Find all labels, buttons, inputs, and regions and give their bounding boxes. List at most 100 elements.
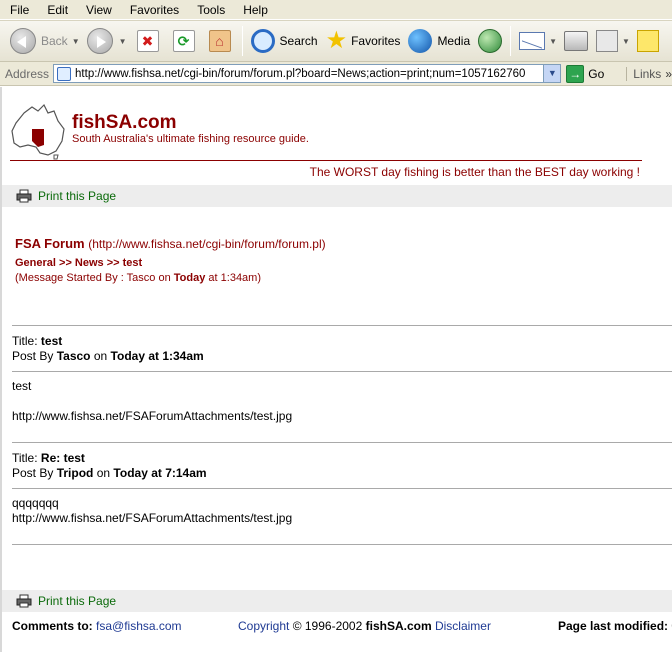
site-motto: The WORST day fishing is better than the…: [309, 165, 640, 179]
standard-toolbar: Back ▼ ▼ ✖ ⟳ ⌂ Search ★ Favorites Media …: [0, 20, 672, 62]
star-icon: ★: [325, 27, 348, 54]
back-button[interactable]: Back: [6, 24, 72, 58]
footer-comments: Comments to: fsa@fishsa.com: [12, 619, 182, 633]
started-prefix: (Message Started By : Tasco on: [15, 272, 171, 284]
search-label: Search: [279, 34, 318, 48]
post-body-text: qqqqqqq: [12, 496, 59, 510]
print-button[interactable]: [560, 24, 592, 58]
print-bar-bottom: Print this Page: [2, 590, 672, 612]
menu-favorites[interactable]: Favorites: [121, 0, 188, 20]
media-icon: [408, 29, 433, 53]
search-icon: [250, 29, 275, 53]
menu-file[interactable]: File: [0, 0, 38, 20]
edit-button[interactable]: [592, 24, 622, 58]
favorites-button[interactable]: ★ Favorites: [322, 24, 405, 58]
post-title-text: test: [40, 334, 63, 348]
page-content: fishSA.com South Australia's ultimate fi…: [0, 87, 672, 652]
print-page-link[interactable]: Print this Page: [38, 594, 116, 608]
started-day: Today: [173, 272, 206, 284]
post-attachment-url: http://www.fishsa.net/FSAForumAttachment…: [12, 511, 293, 525]
edit-dropdown-icon[interactable]: ▼: [622, 37, 630, 46]
post-title-label: Title:: [12, 334, 38, 348]
forward-arrow-icon: [86, 28, 113, 54]
forum-name: FSA Forum: [15, 236, 85, 251]
printer-icon: [564, 31, 589, 51]
modified-label: Page last modified:: [558, 619, 669, 633]
footer-modified: Page last modified: 0: [558, 619, 672, 633]
copyright-brand: fishSA.com: [365, 619, 432, 633]
thread-started-by: (Message Started By : Tasco on Today at …: [15, 272, 261, 284]
go-arrow-icon: →: [566, 64, 585, 83]
address-label: Address: [5, 66, 50, 81]
stop-button[interactable]: ✖: [130, 24, 166, 58]
post-attachment-url: http://www.fishsa.net/FSAForumAttachment…: [12, 409, 293, 423]
post-divider: [12, 488, 672, 489]
refresh-button[interactable]: ⟳: [166, 24, 202, 58]
post-title-text: Re: test: [40, 451, 85, 465]
menu-tools[interactable]: Tools: [188, 0, 234, 20]
menu-view[interactable]: View: [77, 0, 121, 20]
search-button[interactable]: Search: [247, 24, 322, 58]
post-on-label: on: [93, 349, 108, 363]
contact-email-link[interactable]: fsa@fishsa.com: [96, 619, 182, 633]
go-button[interactable]: → Go: [566, 64, 605, 83]
edit-icon: [596, 30, 619, 52]
post-divider: [12, 325, 672, 326]
print-bar-top: Print this Page: [2, 185, 672, 207]
links-label: Links: [633, 66, 662, 81]
post-divider: [12, 371, 672, 372]
refresh-icon: ⟳: [172, 30, 195, 52]
forward-button[interactable]: [83, 24, 119, 58]
menu-edit[interactable]: Edit: [38, 0, 77, 20]
forward-dropdown-icon[interactable]: ▼: [119, 37, 127, 46]
started-suffix: at 1:34am): [208, 272, 262, 284]
menu-help[interactable]: Help: [234, 0, 277, 20]
favorites-label: Favorites: [351, 34, 401, 48]
media-button[interactable]: Media: [404, 24, 474, 58]
post-byline: Post By Tasco on Today at 1:34am: [12, 349, 204, 363]
post-divider: [12, 442, 672, 443]
discuss-button[interactable]: [633, 24, 663, 58]
post-time: Today at 1:34am: [110, 349, 204, 363]
post-byline: Post By Tripod on Today at 7:14am: [12, 466, 207, 480]
post-title: Title: test: [12, 334, 62, 348]
printer-icon: [16, 189, 32, 203]
back-dropdown-icon[interactable]: ▼: [72, 37, 80, 46]
copyright-link[interactable]: Copyright: [238, 619, 289, 633]
stop-icon: ✖: [136, 30, 159, 52]
post-title-label: Title:: [12, 451, 38, 465]
home-button[interactable]: ⌂: [202, 24, 238, 58]
comments-label: Comments to:: [12, 619, 93, 633]
header-divider: [10, 160, 642, 161]
site-title: fishSA.com: [72, 112, 177, 133]
mail-icon: [519, 32, 546, 50]
mail-button[interactable]: [515, 24, 549, 58]
back-arrow-icon: [10, 28, 36, 54]
post-divider: [12, 544, 672, 545]
post-author: Tripod: [56, 466, 94, 480]
home-icon: ⌂: [208, 30, 231, 52]
address-bar: Address http://www.fishsa.net/cgi-bin/fo…: [0, 62, 672, 86]
post-body-text: test: [12, 379, 32, 393]
post-by-label: Post By: [12, 349, 54, 363]
printer-icon: [16, 594, 32, 608]
mail-dropdown-icon[interactable]: ▼: [549, 37, 557, 46]
post-title: Title: Re: test: [12, 451, 85, 465]
links-button[interactable]: Links»: [626, 66, 672, 81]
history-button[interactable]: [474, 24, 506, 58]
note-icon: [636, 30, 659, 52]
address-url[interactable]: http://www.fishsa.net/cgi-bin/forum/foru…: [75, 68, 553, 80]
history-icon: [478, 29, 503, 53]
disclaimer-link[interactable]: Disclaimer: [435, 619, 491, 633]
address-dropdown-icon[interactable]: ▼: [543, 65, 561, 82]
page-footer: Comments to: fsa@fishsa.com Copyright © …: [2, 619, 672, 639]
breadcrumb: General >> News >> test: [15, 257, 143, 269]
toolbar-separator: [241, 26, 243, 56]
post-by-label: Post By: [12, 466, 54, 480]
site-tagline: South Australia's ultimate fishing resou…: [72, 133, 309, 145]
print-page-link[interactable]: Print this Page: [38, 189, 116, 203]
address-input[interactable]: http://www.fishsa.net/cgi-bin/forum/foru…: [53, 64, 562, 83]
go-label: Go: [588, 66, 605, 81]
page-icon: [57, 66, 72, 81]
menu-bar: File Edit View Favorites Tools Help: [0, 0, 672, 20]
